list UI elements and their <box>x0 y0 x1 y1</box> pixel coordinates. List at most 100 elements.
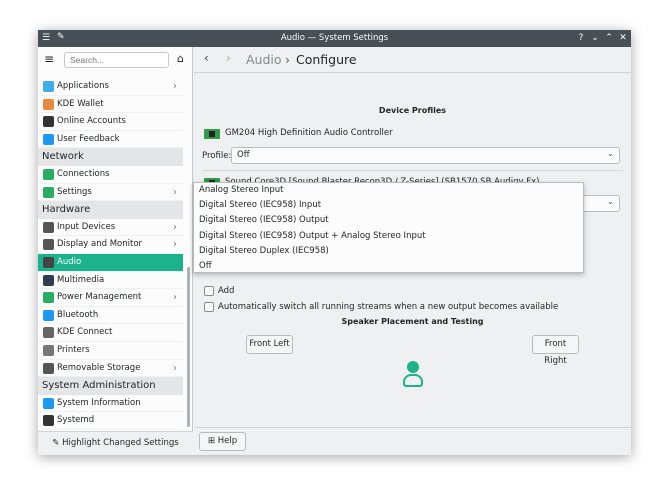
dropdown-option[interactable]: Digital Stereo Duplex (IEC958) <box>194 244 583 259</box>
front-left-button[interactable]: Front Left <box>246 335 293 354</box>
highlight-label: Highlight Changed Settings <box>62 438 179 448</box>
dropdown-option[interactable]: Analog Stereo Input <box>194 183 583 198</box>
listener-head-icon <box>407 361 419 373</box>
front-right-button[interactable]: Front Right <box>532 335 579 366</box>
sidebar-scrollbar[interactable] <box>187 267 190 427</box>
chevron-right-icon: › <box>173 239 177 251</box>
help-window-button[interactable]: ? <box>575 32 587 44</box>
title-bar: ☰ ✎ Audio — System Settings ? ⌄ ⌃ ✕ <box>38 30 631 47</box>
sidebar-item-printers[interactable]: Printers <box>38 342 183 360</box>
network-settings-icon <box>43 186 54 198</box>
chevron-right-icon: › <box>173 81 177 92</box>
sidebar-item-display-and-monitor[interactable]: Display and Monitor › <box>38 236 183 254</box>
sidebar-item-label: Settings <box>57 186 92 197</box>
sidebar-item-label: Systemd <box>57 415 95 426</box>
phone-icon <box>43 327 54 339</box>
sidebar-item-label: Input Devices <box>57 221 116 232</box>
sidebar-item-audio[interactable]: Audio <box>38 254 183 272</box>
multimedia-icon <box>43 274 54 286</box>
checkbox-auto-switch-streams[interactable] <box>204 302 214 312</box>
sidebar-item-connections[interactable]: Connections <box>38 166 183 184</box>
help-button[interactable]: ⊞ Help <box>199 432 246 451</box>
audio-icon <box>43 257 54 268</box>
sidebar-item-label: Audio <box>57 257 82 267</box>
sidebar-item-label: Applications <box>57 81 109 91</box>
profile-label: Profile: <box>202 151 232 161</box>
sidebar-item-label: Removable Storage <box>57 362 141 373</box>
dropdown-option[interactable]: Digital Stereo (IEC958) Output + Analog … <box>194 229 583 244</box>
device-name: GM204 High Definition Audio Controller <box>225 128 393 138</box>
bluetooth-icon <box>43 309 54 321</box>
sidebar-item-label: KDE Wallet <box>57 98 104 109</box>
usb-icon <box>43 362 54 374</box>
sound-card-icon <box>204 129 220 139</box>
divider <box>202 170 623 171</box>
minimize-button[interactable]: ⌄ <box>589 32 601 44</box>
dropdown-option[interactable]: Off <box>194 259 583 274</box>
sidebar-item-label: Multimedia <box>57 274 105 285</box>
sidebar-item-label: Power Management <box>57 292 142 303</box>
applications-icon <box>43 81 54 92</box>
sidebar-item-multimedia[interactable]: Multimedia <box>38 272 183 290</box>
sidebar-item-label: System Information <box>57 397 141 408</box>
sidebar-item-label: User Feedback <box>57 133 120 144</box>
power-icon <box>43 292 54 304</box>
dropdown-option[interactable]: Digital Stereo (IEC958) Output <box>194 213 583 228</box>
sidebar-item-kde-wallet[interactable]: KDE Wallet <box>38 96 183 114</box>
sidebar: ≡ ⌂ Applications › KDE Wallet Online Accoun… <box>38 47 193 455</box>
terminal-icon <box>43 415 54 427</box>
sidebar-item-label: Online Accounts <box>57 116 126 127</box>
sidebar-item-user-feedback[interactable]: User Feedback <box>38 131 183 149</box>
checkbox-label: Automatically switch all running streams… <box>218 302 559 312</box>
help-label: Help <box>217 436 238 446</box>
dropdown-option[interactable]: Digital Stereo (IEC958) Input <box>194 198 583 213</box>
sidebar-item-label: Printers <box>57 345 90 355</box>
maximize-button[interactable]: ⌃ <box>603 32 615 44</box>
globe-icon <box>43 116 54 128</box>
breadcrumb-separator-icon: › <box>285 52 290 67</box>
chevron-down-icon: ⌄ <box>606 149 614 159</box>
sidebar-item-label: Bluetooth <box>57 309 99 320</box>
help-icon: ⊞ <box>207 436 218 446</box>
sidebar-item-power-management[interactable]: Power Management › <box>38 289 183 307</box>
sidebar-item-label: KDE Connect <box>57 327 113 338</box>
chevron-right-icon: › <box>173 362 177 374</box>
feedback-icon <box>43 133 54 145</box>
sidebar-item-system-information[interactable]: System Information <box>38 395 183 413</box>
sidebar-item-input-devices[interactable]: Input Devices › <box>38 219 183 237</box>
checkbox-add[interactable] <box>204 286 214 296</box>
section-header: Network <box>38 148 183 167</box>
back-icon[interactable]: ‹ <box>204 51 209 65</box>
highlight-changed-settings-button[interactable]: ✎ Highlight Changed Settings <box>38 431 193 455</box>
profile-dropdown-list: Analog Stereo Input Digital Stereo (IEC95… <box>193 182 584 273</box>
sidebar-item-online-accounts[interactable]: Online Accounts <box>38 113 183 131</box>
sidebar-item-applications[interactable]: Applications › <box>38 78 183 96</box>
checkbox-label: Add <box>218 286 235 296</box>
window-title: Audio — System Settings <box>280 33 389 43</box>
sidebar-item-settings[interactable]: Settings › <box>38 184 183 202</box>
profile-value: Off <box>237 150 250 160</box>
divider <box>194 72 631 73</box>
hamburger-menu-icon[interactable]: ≡ <box>44 52 54 66</box>
monitor-icon <box>43 239 54 251</box>
sidebar-item-label: Display and Monitor <box>57 239 143 250</box>
divider <box>194 427 631 428</box>
speaker-placement-title: Speaker Placement and Testing <box>341 317 484 326</box>
wallet-icon <box>43 98 54 110</box>
section-header: System Administration <box>38 377 183 396</box>
search-input[interactable] <box>64 52 169 68</box>
profile-select-gm204[interactable]: Off ⌄ <box>231 147 620 164</box>
sidebar-item-kde-connect[interactable]: KDE Connect <box>38 324 183 342</box>
chevron-right-icon: › <box>173 221 177 233</box>
sidebar-item-systemd[interactable]: Systemd <box>38 412 183 430</box>
breadcrumb-parent[interactable]: Audio <box>246 52 282 67</box>
home-icon[interactable]: ⌂ <box>177 52 184 65</box>
forward-icon[interactable]: › <box>226 51 231 65</box>
sidebar-item-bluetooth[interactable]: Bluetooth <box>38 307 183 325</box>
network-globe-icon <box>43 169 54 180</box>
highlight-icon: ✎ <box>52 438 60 448</box>
keyboard-icon <box>43 221 54 233</box>
sidebar-item-removable-storage[interactable]: Removable Storage › <box>38 360 183 378</box>
sidebar-item-label: Connections <box>57 169 110 179</box>
close-button[interactable]: ✕ <box>617 32 629 44</box>
